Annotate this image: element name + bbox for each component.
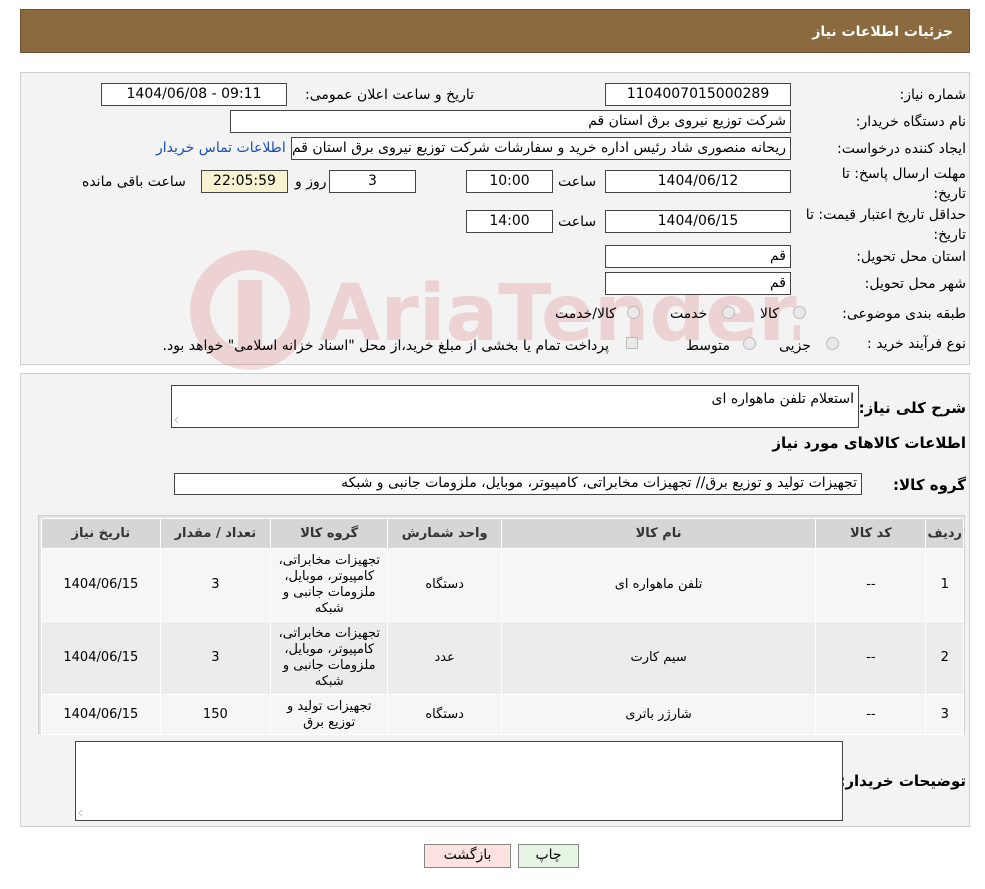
city-field: قم [605,272,791,295]
cell-date: 1404/06/15 [41,548,161,622]
category-goods-service-label: کالا/خدمت [555,306,616,322]
col-header-qty: تعداد / مقدار [159,518,272,549]
deadline-label-line2: تاریخ: [933,186,966,202]
table-row: 1 -- تلفن ماهواره ای دستگاه تجهیزات مخاب… [41,548,964,622]
cell-group: تجهیزات مخابراتی، کامپیوتر، موبایل، ملزو… [269,548,389,622]
buyer-notes-label: توضیحات خریدار: [839,772,966,790]
city-label: شهر محل تحویل: [864,276,966,292]
days-label: روز و [295,174,327,190]
buyer-notes-textarea[interactable] [75,741,843,821]
goods-info-title: اطلاعات کالاهای مورد نیاز [772,434,966,452]
buyer-contact-link[interactable]: اطلاعات تماس خریدار [156,140,286,156]
validity-label: حداقل تاریخ اعتبار قیمت: تا تاریخ: [806,205,966,245]
print-button[interactable]: چاپ [518,844,579,868]
process-medium-radio[interactable] [743,337,756,350]
process-medium-label: متوسط [686,338,730,354]
table-row: 3 -- شارژر باتری دستگاه تجهیزات تولید و … [41,694,964,735]
validity-label-line1: حداقل تاریخ اعتبار قیمت: تا [805,207,966,223]
validity-label-line2: تاریخ: [933,227,966,243]
col-header-group: گروه کالا [269,518,389,549]
goods-group-label: گروه کالا: [893,476,966,494]
col-header-date: تاریخ نیاز [41,518,161,549]
announce-label: تاریخ و ساعت اعلان عمومی: [305,87,474,103]
buyer-org-field: شرکت توزیع نیروی برق استان قم [230,110,791,133]
process-label: نوع فرآیند خرید : [867,336,966,352]
resize-handle-icon[interactable] [174,416,182,424]
category-label: طبقه بندی موضوعی: [842,306,966,322]
buyer-org-label: نام دستگاه خریدار: [855,114,966,130]
back-button[interactable]: بازگشت [424,844,511,868]
cell-code: -- [815,694,927,735]
validity-time-field: 14:00 [466,210,553,233]
remaining-time-field: 22:05:59 [201,170,288,193]
cell-name: تلفن ماهواره ای [500,548,817,622]
cell-date: 1404/06/15 [41,694,161,735]
process-minor-label: جزیی [779,338,811,354]
creator-field: ریحانه منصوری شاد رئیس اداره خرید و سفار… [291,137,791,160]
col-header-name: نام کالا [500,518,817,549]
cell-qty: 3 [159,621,272,695]
deadline-time-label: ساعت [558,174,597,190]
cell-name: سیم کارت [500,621,817,695]
need-number-field: 1104007015000289 [605,83,791,106]
cell-code: -- [815,621,927,695]
summary-textarea[interactable]: استعلام تلفن ماهواره ای [171,385,859,428]
need-number-label: شماره نیاز: [899,87,967,103]
cell-group: تجهیزات مخابراتی، کامپیوتر، موبایل، ملزو… [269,621,389,695]
creator-label: ایجاد کننده درخواست: [837,141,966,157]
resize-handle-icon[interactable] [78,809,86,817]
goods-group-field: تجهیزات تولید و توزیع برق// تجهیزات مخاب… [174,473,862,495]
cell-row-num: 2 [925,621,964,695]
table-header-row: ردیف کد کالا نام کالا واحد شمارش گروه کا… [41,518,964,549]
days-field: 3 [329,170,416,193]
deadline-date-field: 1404/06/12 [605,170,791,193]
items-table-wrapper: ردیف کد کالا نام کالا واحد شمارش گروه کا… [38,515,965,735]
cell-unit: دستگاه [387,548,502,622]
cell-row-num: 1 [925,548,964,622]
category-service-label: خدمت [670,306,708,322]
province-field: قم [605,245,791,268]
cell-unit: عدد [387,621,502,695]
cell-group: تجهیزات تولید و توزیع برق [269,694,389,735]
col-header-row-num: ردیف [925,518,964,549]
cell-row-num: 3 [925,694,964,735]
items-table: ردیف کد کالا نام کالا واحد شمارش گروه کا… [41,518,964,735]
deadline-label-line1: مهلت ارسال پاسخ: تا [841,166,966,182]
col-header-unit: واحد شمارش [387,518,502,549]
process-minor-radio[interactable] [826,337,839,350]
payment-note: پرداخت تمام یا بخشی از مبلغ خرید،از محل … [162,338,609,354]
province-label: استان محل تحویل: [856,249,966,265]
treasury-checkbox[interactable] [626,337,638,349]
remaining-label: ساعت باقی مانده [82,174,186,190]
cell-date: 1404/06/15 [41,621,161,695]
category-goods-service-radio[interactable] [627,306,640,319]
cell-name: شارژر باتری [500,694,817,735]
deadline-label: مهلت ارسال پاسخ: تا تاریخ: [842,164,966,204]
summary-label: شرح کلی نیاز: [858,399,966,417]
table-row: 2 -- سیم کارت عدد تجهیزات مخابراتی، کامپ… [41,621,964,695]
category-goods-label: کالا [760,306,779,322]
category-goods-radio[interactable] [793,306,806,319]
page-header: جزئیات اطلاعات نیاز [20,9,970,53]
col-header-code: کد کالا [815,518,927,549]
cell-qty: 150 [159,694,272,735]
category-service-radio[interactable] [722,306,735,319]
announce-field: 1404/06/08 - 09:11 [101,83,287,106]
validity-time-label: ساعت [558,214,597,230]
cell-qty: 3 [159,548,272,622]
deadline-time-field: 10:00 [466,170,553,193]
summary-text: استعلام تلفن ماهواره ای [711,391,854,407]
page-title: جزئیات اطلاعات نیاز [812,24,953,40]
cell-code: -- [815,548,927,622]
cell-unit: دستگاه [387,694,502,735]
validity-date-field: 1404/06/15 [605,210,791,233]
